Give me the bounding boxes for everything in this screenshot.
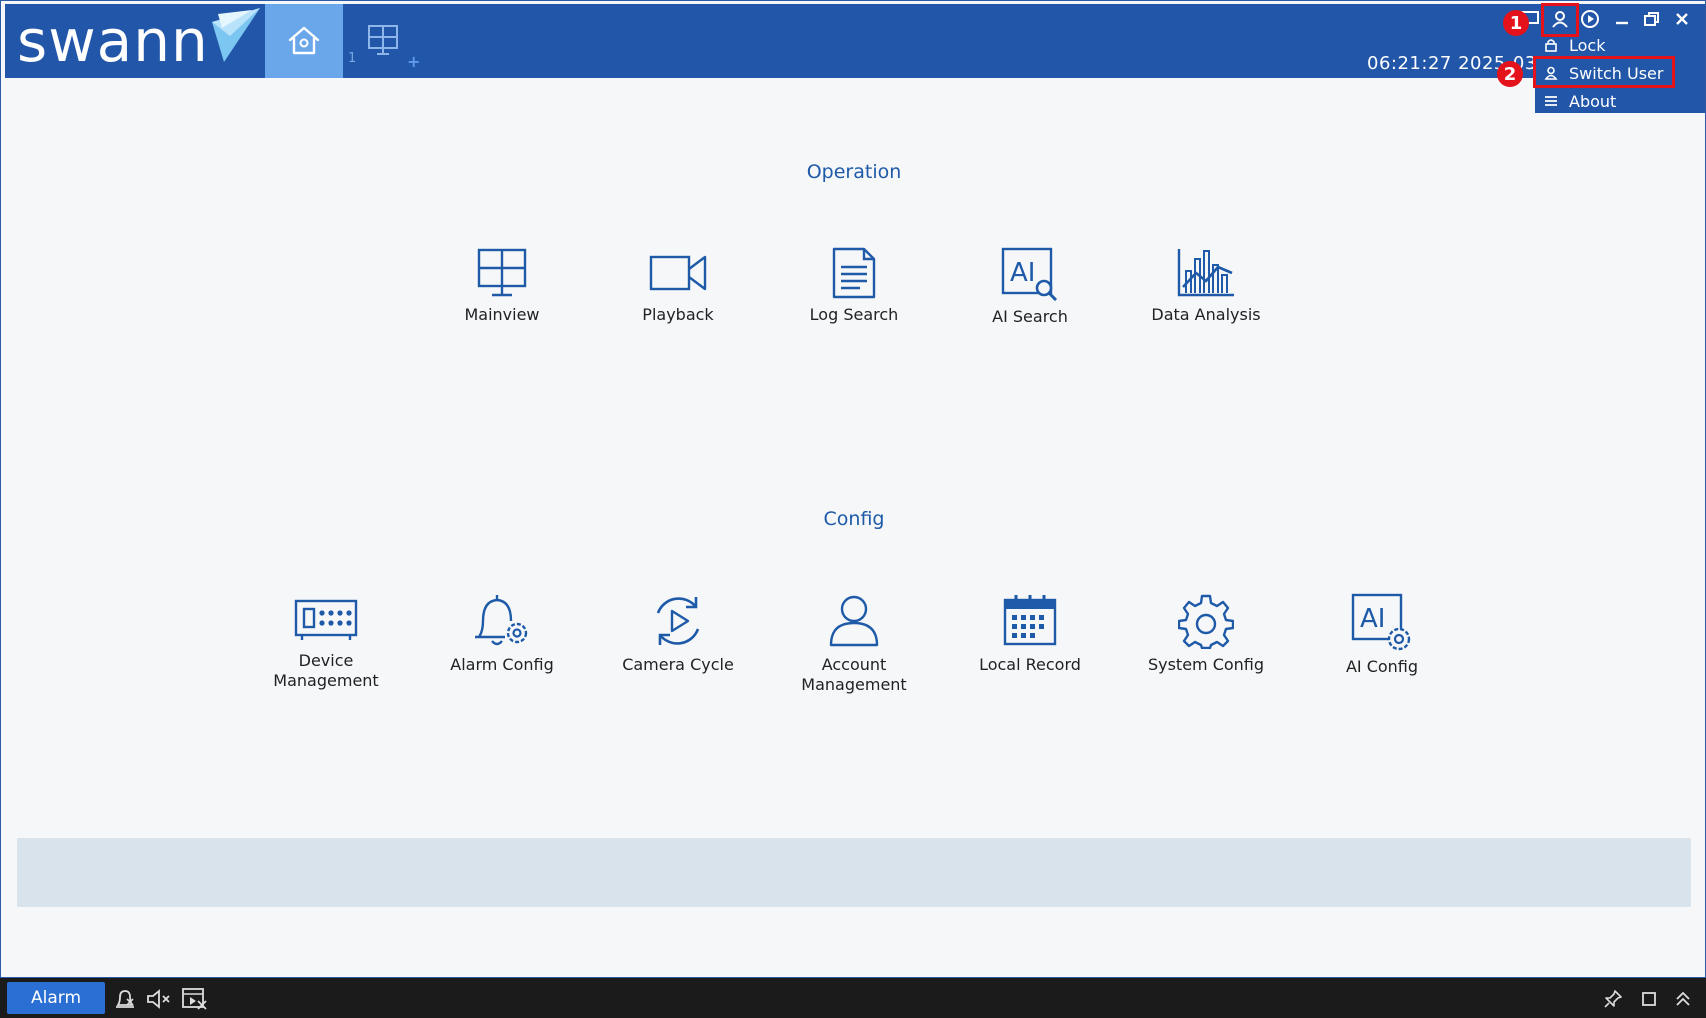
tile-label: Mainview	[464, 305, 540, 324]
config-alarm-config[interactable]: Alarm Config	[422, 593, 582, 675]
logo-text: swann	[17, 7, 209, 75]
bell-gear-icon	[475, 595, 528, 646]
header-bar: swann 1 + 06:21:27 2025-03	[5, 4, 1705, 78]
highlight-user-button	[1541, 3, 1579, 37]
config-system-config[interactable]: System Config	[1126, 593, 1286, 675]
taskbar: Alarm	[0, 978, 1706, 1018]
operation-mainview[interactable]: Mainview	[422, 247, 582, 325]
video-camera-icon	[649, 255, 707, 291]
grid-view-icon	[368, 25, 398, 55]
minimize-icon[interactable]	[1609, 5, 1635, 33]
menu-lines-icon	[1539, 95, 1563, 107]
config-local-record[interactable]: Local Record	[950, 593, 1110, 675]
cycle-play-icon	[656, 597, 700, 645]
playback-icon[interactable]	[1577, 5, 1603, 33]
calendar-icon	[1003, 595, 1057, 646]
tab-view-1[interactable]: 1 +	[343, 4, 423, 78]
video-off-icon[interactable]	[181, 986, 207, 1012]
close-icon[interactable]	[1669, 5, 1695, 33]
tile-label: Camera Cycle	[622, 655, 734, 674]
chart-icon	[1177, 249, 1234, 297]
tile-label: Account Management	[801, 655, 907, 694]
step-marker-2: 2	[1497, 61, 1523, 87]
alarm-clear-icon[interactable]	[112, 986, 138, 1012]
menu-item-about[interactable]: About	[1535, 87, 1705, 115]
add-tab-button[interactable]: +	[407, 54, 420, 70]
tile-label: Alarm Config	[450, 655, 554, 674]
highlight-switch-user	[1533, 56, 1675, 88]
config-section-title: Config	[823, 508, 885, 530]
ai-search-icon: AI	[1001, 247, 1058, 301]
tile-label: AI Search	[992, 307, 1068, 326]
operation-playback[interactable]: Playback	[598, 247, 758, 325]
config-camera-cycle[interactable]: Camera Cycle	[598, 593, 758, 675]
config-ai-config[interactable]: AI AI Config	[1302, 593, 1462, 677]
operation-ai-search[interactable]: AI AI Search	[950, 247, 1110, 327]
lock-icon	[1539, 38, 1563, 52]
config-account-management[interactable]: Account Management	[774, 593, 934, 695]
config-device-management[interactable]: Device Management	[246, 593, 406, 691]
expand-up-icon[interactable]	[1670, 986, 1696, 1012]
svg-text:AI: AI	[1010, 258, 1035, 288]
ai-gear-icon: AI	[1351, 593, 1411, 651]
gear-icon	[1178, 594, 1234, 649]
device-icon	[294, 599, 358, 640]
mainview-icon	[477, 248, 527, 297]
operation-log-search[interactable]: Log Search	[774, 247, 934, 325]
home-icon	[288, 26, 320, 55]
status-strip	[17, 838, 1691, 907]
svg-text:AI: AI	[1360, 604, 1385, 634]
logo-wing-icon	[212, 8, 260, 62]
tab-number: 1	[348, 51, 357, 66]
brand-logo: swann	[5, 4, 263, 78]
tile-label: Playback	[642, 305, 714, 324]
mute-icon[interactable]	[146, 986, 172, 1012]
tab-home[interactable]	[265, 4, 343, 78]
restore-icon[interactable]	[1639, 5, 1665, 33]
operation-section-title: Operation	[806, 161, 902, 183]
document-icon	[832, 247, 876, 299]
person-icon	[829, 595, 879, 647]
tile-label: AI Config	[1345, 657, 1419, 676]
window-icon[interactable]	[1636, 986, 1662, 1012]
tile-label: Local Record	[979, 655, 1081, 674]
menu-item-label: Lock	[1569, 35, 1606, 55]
app-window: swann 1 + 06:21:27 2025-03 Lock Switch U…	[0, 0, 1706, 978]
tile-label: System Config	[1147, 655, 1265, 674]
step-marker-1: 1	[1503, 10, 1529, 36]
tile-label: Data Analysis	[1151, 305, 1261, 324]
pin-icon[interactable]	[1600, 986, 1626, 1012]
menu-item-label: About	[1569, 91, 1617, 111]
alarm-button[interactable]: Alarm	[7, 982, 105, 1014]
tile-label: Log Search	[809, 305, 899, 324]
operation-data-analysis[interactable]: Data Analysis	[1126, 247, 1286, 325]
tile-label: Device Management	[273, 651, 379, 690]
